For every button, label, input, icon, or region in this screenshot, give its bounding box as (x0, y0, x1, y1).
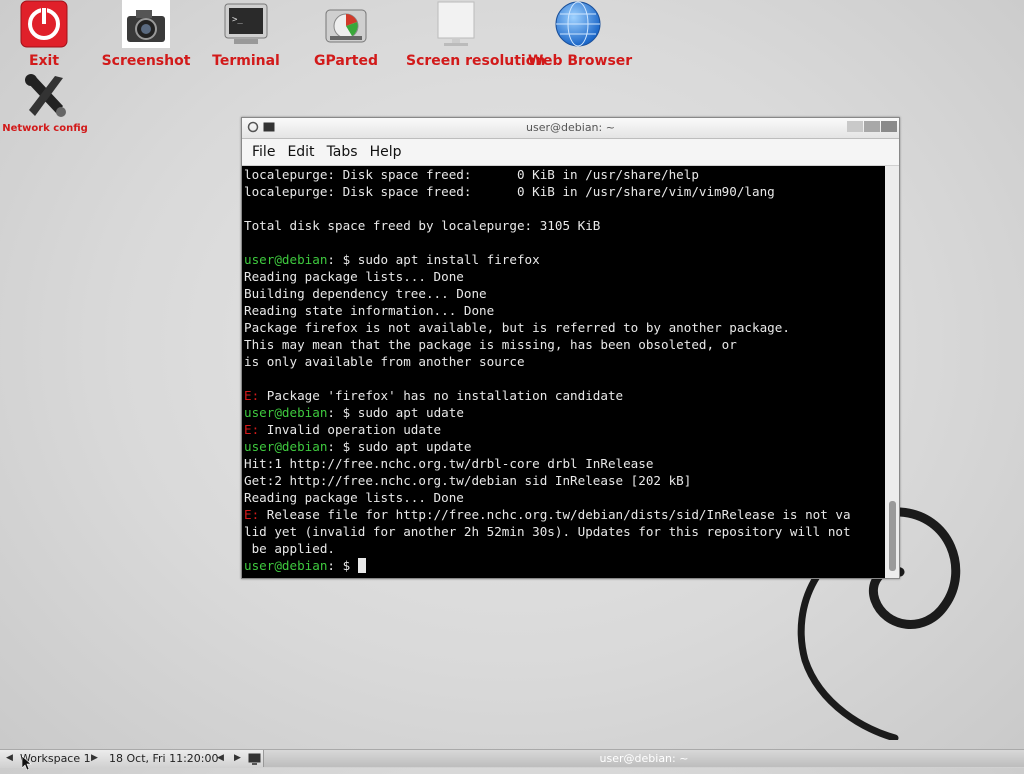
maximize-button[interactable] (864, 121, 880, 132)
workspace-next-icon[interactable]: ▶ (91, 753, 98, 763)
menu-tabs[interactable]: Tabs (321, 144, 364, 160)
disk-icon (322, 0, 370, 48)
menu-bar: File Edit Tabs Help (242, 139, 899, 166)
taskbar-task-terminal[interactable]: user@debian: ~ (263, 750, 1024, 767)
mouse-pointer-icon (21, 755, 32, 774)
desktop-icon-label: Exit (28, 53, 60, 69)
desktop-icon-label: Terminal (212, 53, 280, 69)
desktop-icon-label: Screen resolution (406, 53, 546, 69)
globe-icon (554, 0, 602, 48)
terminal-line: is only available from another source (244, 354, 525, 369)
shell-prompt: user@debian (244, 439, 328, 454)
command-text: sudo apt udate (357, 405, 464, 420)
terminal-line: localepurge: Disk space freed: 0 KiB in … (244, 184, 775, 199)
window-title: user@debian: ~ (526, 121, 615, 134)
monitor-icon (432, 0, 480, 48)
terminal-line: This may mean that the package is missin… (244, 337, 737, 352)
terminal-line: user@debian: $ (244, 557, 885, 574)
menu-edit[interactable]: Edit (281, 144, 320, 160)
scrollbar[interactable] (885, 166, 899, 578)
prompt-suffix: : $ (327, 405, 358, 420)
terminal-line: E: Package 'firefox' has no installation… (244, 387, 885, 404)
desktop-icon-network-config[interactable]: Network config (0, 72, 95, 134)
shell-prompt: user@debian (244, 558, 328, 573)
shell-prompt: user@debian (244, 405, 328, 420)
terminal-line: Reading state information... Done (244, 303, 495, 318)
menu-help[interactable]: Help (364, 144, 408, 160)
shell-prompt: user@debian (244, 252, 328, 267)
terminal-line: Total disk space freed by localepurge: 3… (244, 218, 601, 233)
error-prefix: E: (244, 388, 267, 403)
desktop-icon-gparted[interactable]: GParted (296, 0, 396, 69)
terminal-output[interactable]: localepurge: Disk space freed: 0 KiB in … (242, 166, 885, 578)
power-icon (20, 0, 68, 48)
prompt-suffix: : $ (327, 558, 358, 573)
desktop-icon-web-browser[interactable]: Web Browser (528, 0, 633, 69)
error-text: Release file for http://free.nchc.org.tw… (266, 507, 851, 522)
taskbar: ◀ Workspace 1 ▶ 18 Oct, Fri 11:20:00 ◀ ▶… (0, 749, 1024, 768)
error-prefix: E: (244, 507, 267, 522)
desktop-icon-label: Network config (2, 123, 88, 134)
desktop-icon-screen-resolution[interactable]: Screen resolution (406, 0, 546, 69)
desktop-icon-terminal[interactable]: >_ Terminal (196, 0, 296, 69)
terminal-line: lid yet (invalid for another 2h 52min 30… (244, 524, 851, 539)
text-cursor (357, 558, 366, 573)
terminal-icon: >_ (222, 0, 270, 48)
wrench-icon (21, 72, 69, 120)
desktop-icon-label: GParted (314, 53, 378, 69)
terminal-line: Hit:1 http://free.nchc.org.tw/drbl-core … (244, 456, 654, 471)
menu-file[interactable]: File (246, 144, 281, 160)
error-text: Package 'firefox' has no installation ca… (266, 388, 624, 403)
desktop-icon-label: Screenshot (101, 53, 191, 69)
close-button[interactable] (881, 121, 897, 132)
svg-text:>_: >_ (232, 15, 243, 25)
command-text: sudo apt install firefox (357, 252, 540, 267)
show-desktop-icon[interactable] (248, 752, 261, 768)
terminal-line: Building dependency tree... Done (244, 286, 487, 301)
desktop-icon-exit[interactable]: Exit (0, 0, 94, 69)
error-text: Invalid operation udate (266, 422, 442, 437)
scrollbar-thumb[interactable] (889, 501, 896, 571)
terminal-line: user@debian: $ sudo apt update (244, 438, 885, 455)
terminal-line: Reading package lists... Done (244, 490, 464, 505)
clock: 18 Oct, Fri 11:20:00 (109, 752, 219, 765)
terminal-line: Reading package lists... Done (244, 269, 464, 284)
terminal-window[interactable]: user@debian: ~ File Edit Tabs Help local… (241, 117, 900, 579)
terminal-line: E: Invalid operation udate (244, 421, 885, 438)
minimize-button[interactable] (847, 121, 863, 132)
workspace-prev-icon[interactable]: ◀ (6, 753, 13, 763)
command-text: sudo apt update (357, 439, 472, 454)
terminal-line: Get:2 http://free.nchc.org.tw/debian sid… (244, 473, 692, 488)
prompt-suffix: : $ (327, 439, 358, 454)
desktop-icon-label: Web Browser (528, 53, 633, 69)
window-titlebar[interactable]: user@debian: ~ (242, 118, 899, 139)
error-prefix: E: (244, 422, 267, 437)
task-prev-icon[interactable]: ◀ (217, 753, 224, 763)
terminal-line: user@debian: $ sudo apt install firefox (244, 251, 885, 268)
terminal-line: localepurge: Disk space freed: 0 KiB in … (244, 167, 699, 182)
desktop-icon-screenshot[interactable]: Screenshot (96, 0, 196, 69)
terminal-line: be applied. (244, 541, 335, 556)
terminal-line: E: Release file for http://free.nchc.org… (244, 506, 885, 523)
prompt-suffix: : $ (327, 252, 358, 267)
camera-icon (122, 0, 170, 48)
task-next-icon[interactable]: ▶ (234, 753, 241, 763)
terminal-line: Package firefox is not available, but is… (244, 320, 790, 335)
terminal-line: user@debian: $ sudo apt udate (244, 404, 885, 421)
